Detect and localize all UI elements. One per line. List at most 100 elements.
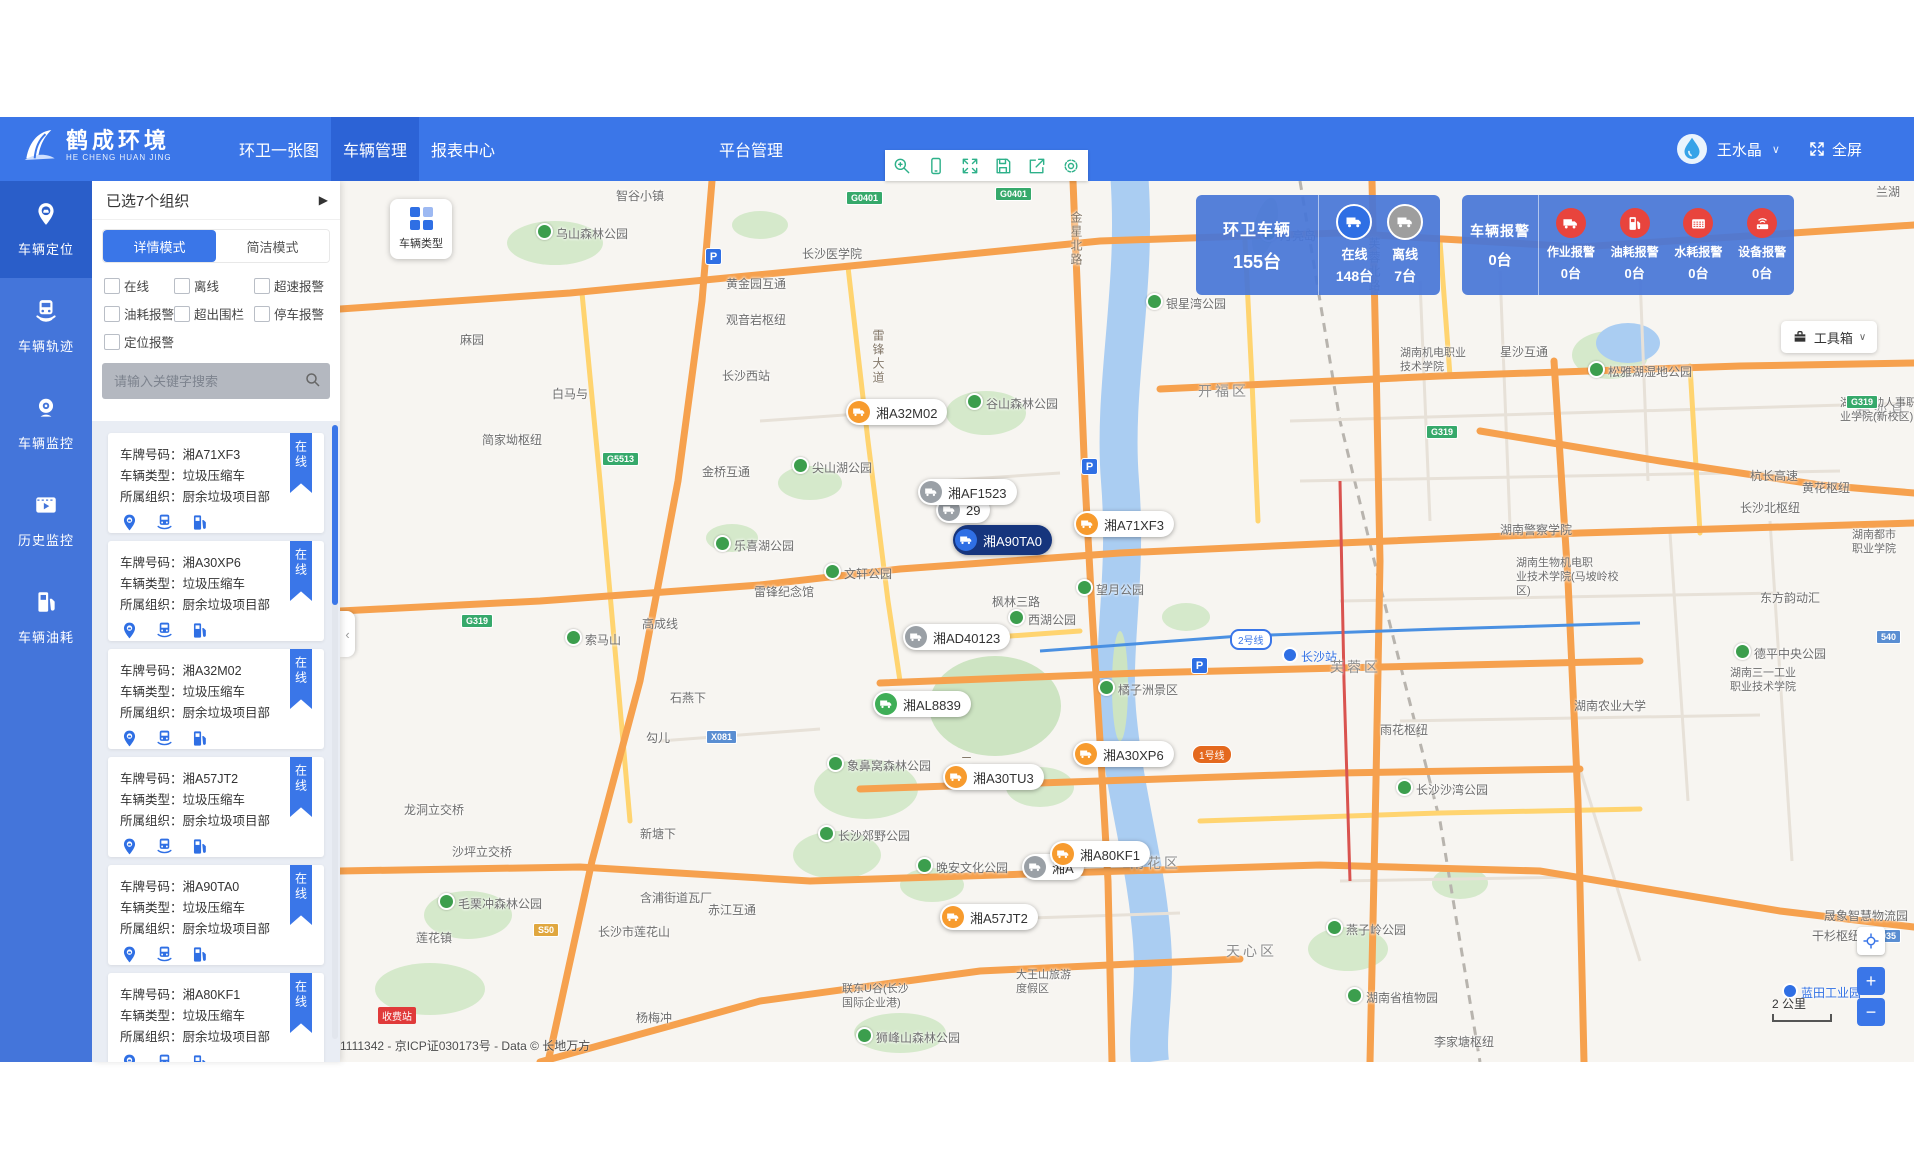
park-icon <box>856 1027 873 1044</box>
zoom-in-button[interactable]: + <box>1857 967 1885 995</box>
checkbox-icon[interactable] <box>104 334 120 350</box>
fuel-record-icon[interactable] <box>190 621 209 645</box>
fuel-record-icon[interactable] <box>190 1053 209 1062</box>
chevron-down-icon[interactable]: ∨ <box>1772 143 1780 156</box>
map-place-label: 天心区 <box>1226 941 1277 961</box>
video-icon <box>33 492 59 523</box>
park-icon <box>818 825 835 842</box>
checkbox-icon[interactable] <box>104 306 120 322</box>
tablet-icon[interactable] <box>926 156 946 176</box>
vehicle-field: 所属组织：厨余垃圾项目部 <box>120 811 314 832</box>
vehicle-card[interactable]: 车牌号码：湘A32M02车辆类型：垃圾压缩车所属组织：厨余垃圾项目部在线 <box>108 649 324 749</box>
vehicle-field: 所属组织：厨余垃圾项目部 <box>120 919 314 940</box>
user-name[interactable]: 王水晶 <box>1717 139 1762 160</box>
locate-vehicle-icon[interactable] <box>120 837 139 861</box>
fullscreen-button[interactable]: 全屏 <box>1808 139 1862 160</box>
org-expand-arrow-icon[interactable]: ▶ <box>319 193 328 207</box>
map-place-label: 湖南机电职业技术学院 <box>1400 347 1510 375</box>
vehicle-marker[interactable]: 湘AL8839 <box>873 691 971 717</box>
road-shield: G319 <box>461 614 493 628</box>
sidebar-item-label: 车辆轨迹 <box>18 336 74 355</box>
park-icon <box>827 755 844 772</box>
menu-item-link[interactable]: 平台管理 <box>707 117 795 181</box>
fuel-record-icon[interactable] <box>190 513 209 537</box>
vehicle-card[interactable]: 车牌号码：湘A57JT2车辆类型：垃圾压缩车所属组织：厨余垃圾项目部在线 <box>108 757 324 857</box>
vehicle-marker[interactable]: 湘AD40123 <box>903 624 1010 650</box>
expand-icon[interactable] <box>960 156 980 176</box>
map-base-graphics <box>340 181 1914 1062</box>
search-input[interactable] <box>102 363 330 399</box>
search-icon[interactable] <box>304 371 322 389</box>
checkbox-icon[interactable] <box>254 278 270 294</box>
vehicle-card[interactable]: 车牌号码：湘A71XF3车辆类型：垃圾压缩车所属组织：厨余垃圾项目部在线 <box>108 433 324 533</box>
sidebar-item[interactable]: 历史监控 <box>0 472 92 569</box>
vehicle-marker[interactable]: 湘A57JT2 <box>940 904 1038 930</box>
fuel-record-icon[interactable] <box>190 729 209 753</box>
vehicle-marker[interactable]: 湘A30XP6 <box>1073 741 1174 767</box>
menu-item-active[interactable]: 车辆管理 <box>331 117 419 181</box>
sidebar-item[interactable]: 车辆油耗 <box>0 569 92 666</box>
trajectory-icon[interactable] <box>155 621 174 645</box>
filter-checkbox[interactable]: 停车报警 <box>254 304 332 323</box>
vehicle-marker[interactable]: 湘A30TU3 <box>943 764 1044 790</box>
sidebar-item-label: 车辆监控 <box>18 433 74 452</box>
locate-vehicle-icon[interactable] <box>120 513 139 537</box>
map-place-label: 新塘下 <box>640 825 676 842</box>
map-place-label: 开福区 <box>1198 381 1249 401</box>
vehicle-card[interactable]: 车牌号码：湘A30XP6车辆类型：垃圾压缩车所属组织：厨余垃圾项目部在线 <box>108 541 324 641</box>
filter-checkbox[interactable]: 定位报警 <box>104 332 170 351</box>
locate-vehicle-icon[interactable] <box>120 621 139 645</box>
alarm-value: 0台 <box>1488 249 1511 270</box>
trajectory-icon[interactable] <box>155 945 174 969</box>
zoom-search-icon[interactable] <box>892 156 912 176</box>
map-canvas[interactable]: ‹ 车辆类型 环卫车辆 155台 在线 148台 <box>340 181 1914 1062</box>
locate-button[interactable] <box>1857 927 1885 955</box>
filter-checkbox[interactable]: 在线 <box>104 276 170 295</box>
locate-vehicle-icon[interactable] <box>120 1053 139 1062</box>
gear-icon[interactable] <box>1061 156 1081 176</box>
locate-vehicle-icon[interactable] <box>120 945 139 969</box>
filter-checkbox[interactable]: 离线 <box>174 276 250 295</box>
trajectory-icon[interactable] <box>155 729 174 753</box>
panel-collapse-handle[interactable]: ‹ <box>340 611 355 657</box>
vehicle-marker[interactable]: 湘A80KF1 <box>1050 841 1150 867</box>
checkbox-icon[interactable] <box>174 278 190 294</box>
map-place-label: 长沙站 <box>1282 647 1337 665</box>
share-icon[interactable] <box>1027 156 1047 176</box>
menu-item-link[interactable]: 环卫一张图 <box>227 117 331 181</box>
vehicle-marker[interactable]: 湘A90TA0 <box>953 525 1052 555</box>
user-avatar[interactable] <box>1677 134 1707 164</box>
sidebar-item[interactable]: 车辆监控 <box>0 375 92 472</box>
vehicle-marker[interactable]: 湘AF1523 <box>918 479 1017 505</box>
vehicle-card[interactable]: 车牌号码：湘A90TA0车辆类型：垃圾压缩车所属组织：厨余垃圾项目部在线 <box>108 865 324 965</box>
fuel-record-icon[interactable] <box>190 837 209 861</box>
vehicle-marker[interactable]: 湘A32M02 <box>846 399 947 425</box>
vehicle-card[interactable]: 车牌号码：湘A80KF1车辆类型：垃圾压缩车所属组织：厨余垃圾项目部在线 <box>108 973 324 1062</box>
filter-checkbox[interactable]: 超出围栏 <box>174 304 250 323</box>
trajectory-icon[interactable] <box>155 837 174 861</box>
trajectory-icon[interactable] <box>155 1053 174 1062</box>
scrollbar-thumb[interactable] <box>332 425 338 605</box>
trajectory-icon[interactable] <box>155 513 174 537</box>
checkbox-icon[interactable] <box>174 306 190 322</box>
tab-simple-mode[interactable]: 简洁模式 <box>216 230 329 262</box>
vehicle-marker[interactable]: 湘A71XF3 <box>1074 511 1174 537</box>
checkbox-icon[interactable] <box>254 306 270 322</box>
menu-item-link[interactable]: 报表中心 <box>419 117 507 181</box>
save-icon[interactable] <box>993 156 1013 176</box>
alarm-tile-label: 设备报警 <box>1738 243 1786 260</box>
sidebar-item[interactable]: 车辆定位 <box>0 181 92 278</box>
tab-detail-mode[interactable]: 详情模式 <box>103 230 216 262</box>
org-header[interactable]: 已选7个组织 ▶ <box>92 181 340 220</box>
marker-plate-label: 湘A90TA0 <box>983 531 1042 550</box>
filter-checkbox[interactable]: 油耗报警 <box>104 304 170 323</box>
checkbox-icon[interactable] <box>104 278 120 294</box>
locate-vehicle-icon[interactable] <box>120 729 139 753</box>
fuel-record-icon[interactable] <box>190 945 209 969</box>
toolbox-button[interactable]: 工具箱 ∨ <box>1781 321 1877 353</box>
vehicle-type-button[interactable]: 车辆类型 <box>390 199 452 259</box>
zoom-out-button[interactable]: − <box>1857 998 1885 1026</box>
sidebar-item[interactable]: 车辆轨迹 <box>0 278 92 375</box>
map-place-label: 狮峰山森林公园 <box>856 1027 960 1046</box>
filter-checkbox[interactable]: 超速报警 <box>254 276 332 295</box>
